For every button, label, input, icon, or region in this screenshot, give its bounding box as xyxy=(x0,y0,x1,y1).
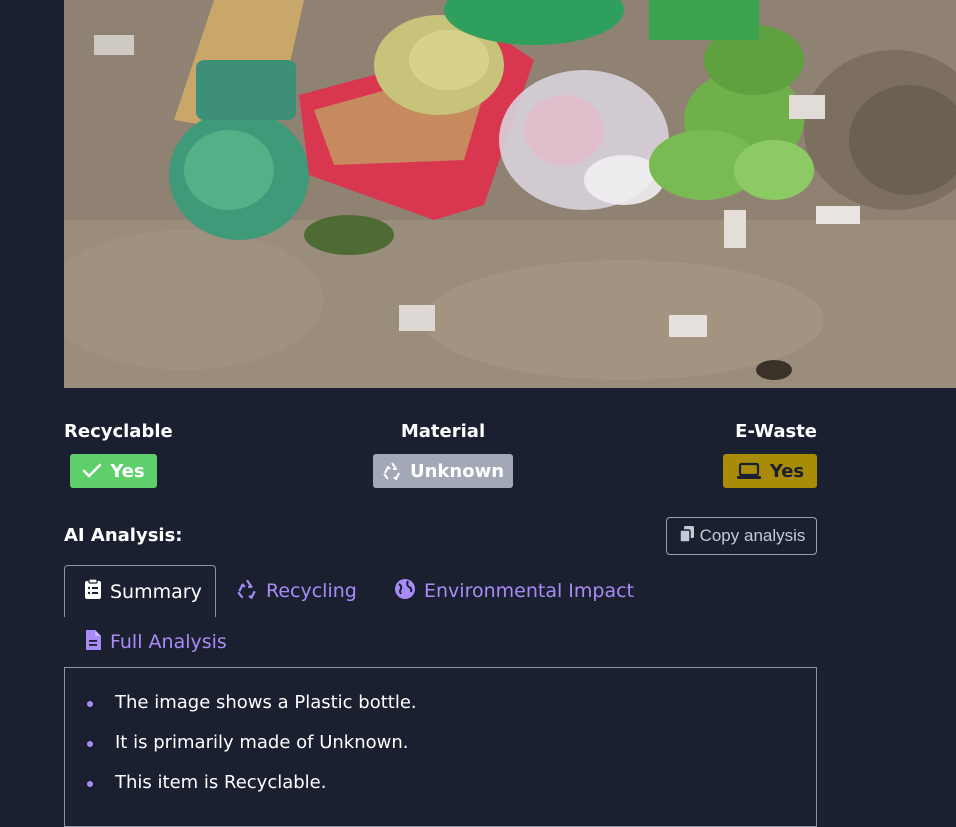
globe-icon xyxy=(394,578,416,605)
copy-analysis-label: Copy analysis xyxy=(699,526,806,545)
ewaste-stat: E-Waste Yes xyxy=(723,420,817,488)
tab-environmental-impact[interactable]: Environmental Impact xyxy=(394,566,634,616)
recyclable-label: Recyclable xyxy=(64,421,173,442)
list-item: This item is Recyclable. xyxy=(87,770,816,810)
summary-list: The image shows a Plastic bottle. It is … xyxy=(65,668,816,810)
uploaded-waste-photo xyxy=(64,0,956,388)
tab-full-analysis-label: Full Analysis xyxy=(110,631,227,653)
recycle-icon xyxy=(236,578,258,605)
tab-recycling[interactable]: Recycling xyxy=(236,566,357,616)
copy-icon xyxy=(678,525,696,548)
ewaste-badge: Yes xyxy=(723,454,817,488)
summary-panel: The image shows a Plastic bottle. It is … xyxy=(64,667,817,827)
ewaste-label: E-Waste xyxy=(735,421,817,442)
check-icon xyxy=(82,463,102,479)
document-icon xyxy=(84,629,102,656)
tab-summary-label: Summary xyxy=(110,580,202,603)
ewaste-value: Yes xyxy=(769,460,805,482)
tab-summary[interactable]: Summary xyxy=(64,565,216,617)
tab-full-analysis[interactable]: Full Analysis xyxy=(84,617,227,667)
material-badge: Unknown xyxy=(373,454,513,488)
recyclable-value: Yes xyxy=(110,460,145,482)
material-stat: Material Unknown xyxy=(373,420,513,488)
list-item: The image shows a Plastic bottle. xyxy=(87,690,816,730)
laptop-icon xyxy=(736,462,762,480)
recyclable-badge: Yes xyxy=(70,454,157,488)
tab-recycling-label: Recycling xyxy=(266,580,357,602)
list-item: It is primarily made of Unknown. xyxy=(87,730,816,770)
ai-analysis-heading: AI Analysis: xyxy=(64,525,183,546)
material-value: Unknown xyxy=(409,460,505,482)
material-label: Material xyxy=(400,421,486,442)
copy-analysis-button[interactable]: Copy analysis xyxy=(666,517,817,555)
tab-environmental-impact-label: Environmental Impact xyxy=(424,580,634,602)
recycle-icon xyxy=(382,461,402,481)
clipboard-list-icon xyxy=(84,578,102,605)
recyclable-stat: Recyclable Yes xyxy=(64,420,184,488)
